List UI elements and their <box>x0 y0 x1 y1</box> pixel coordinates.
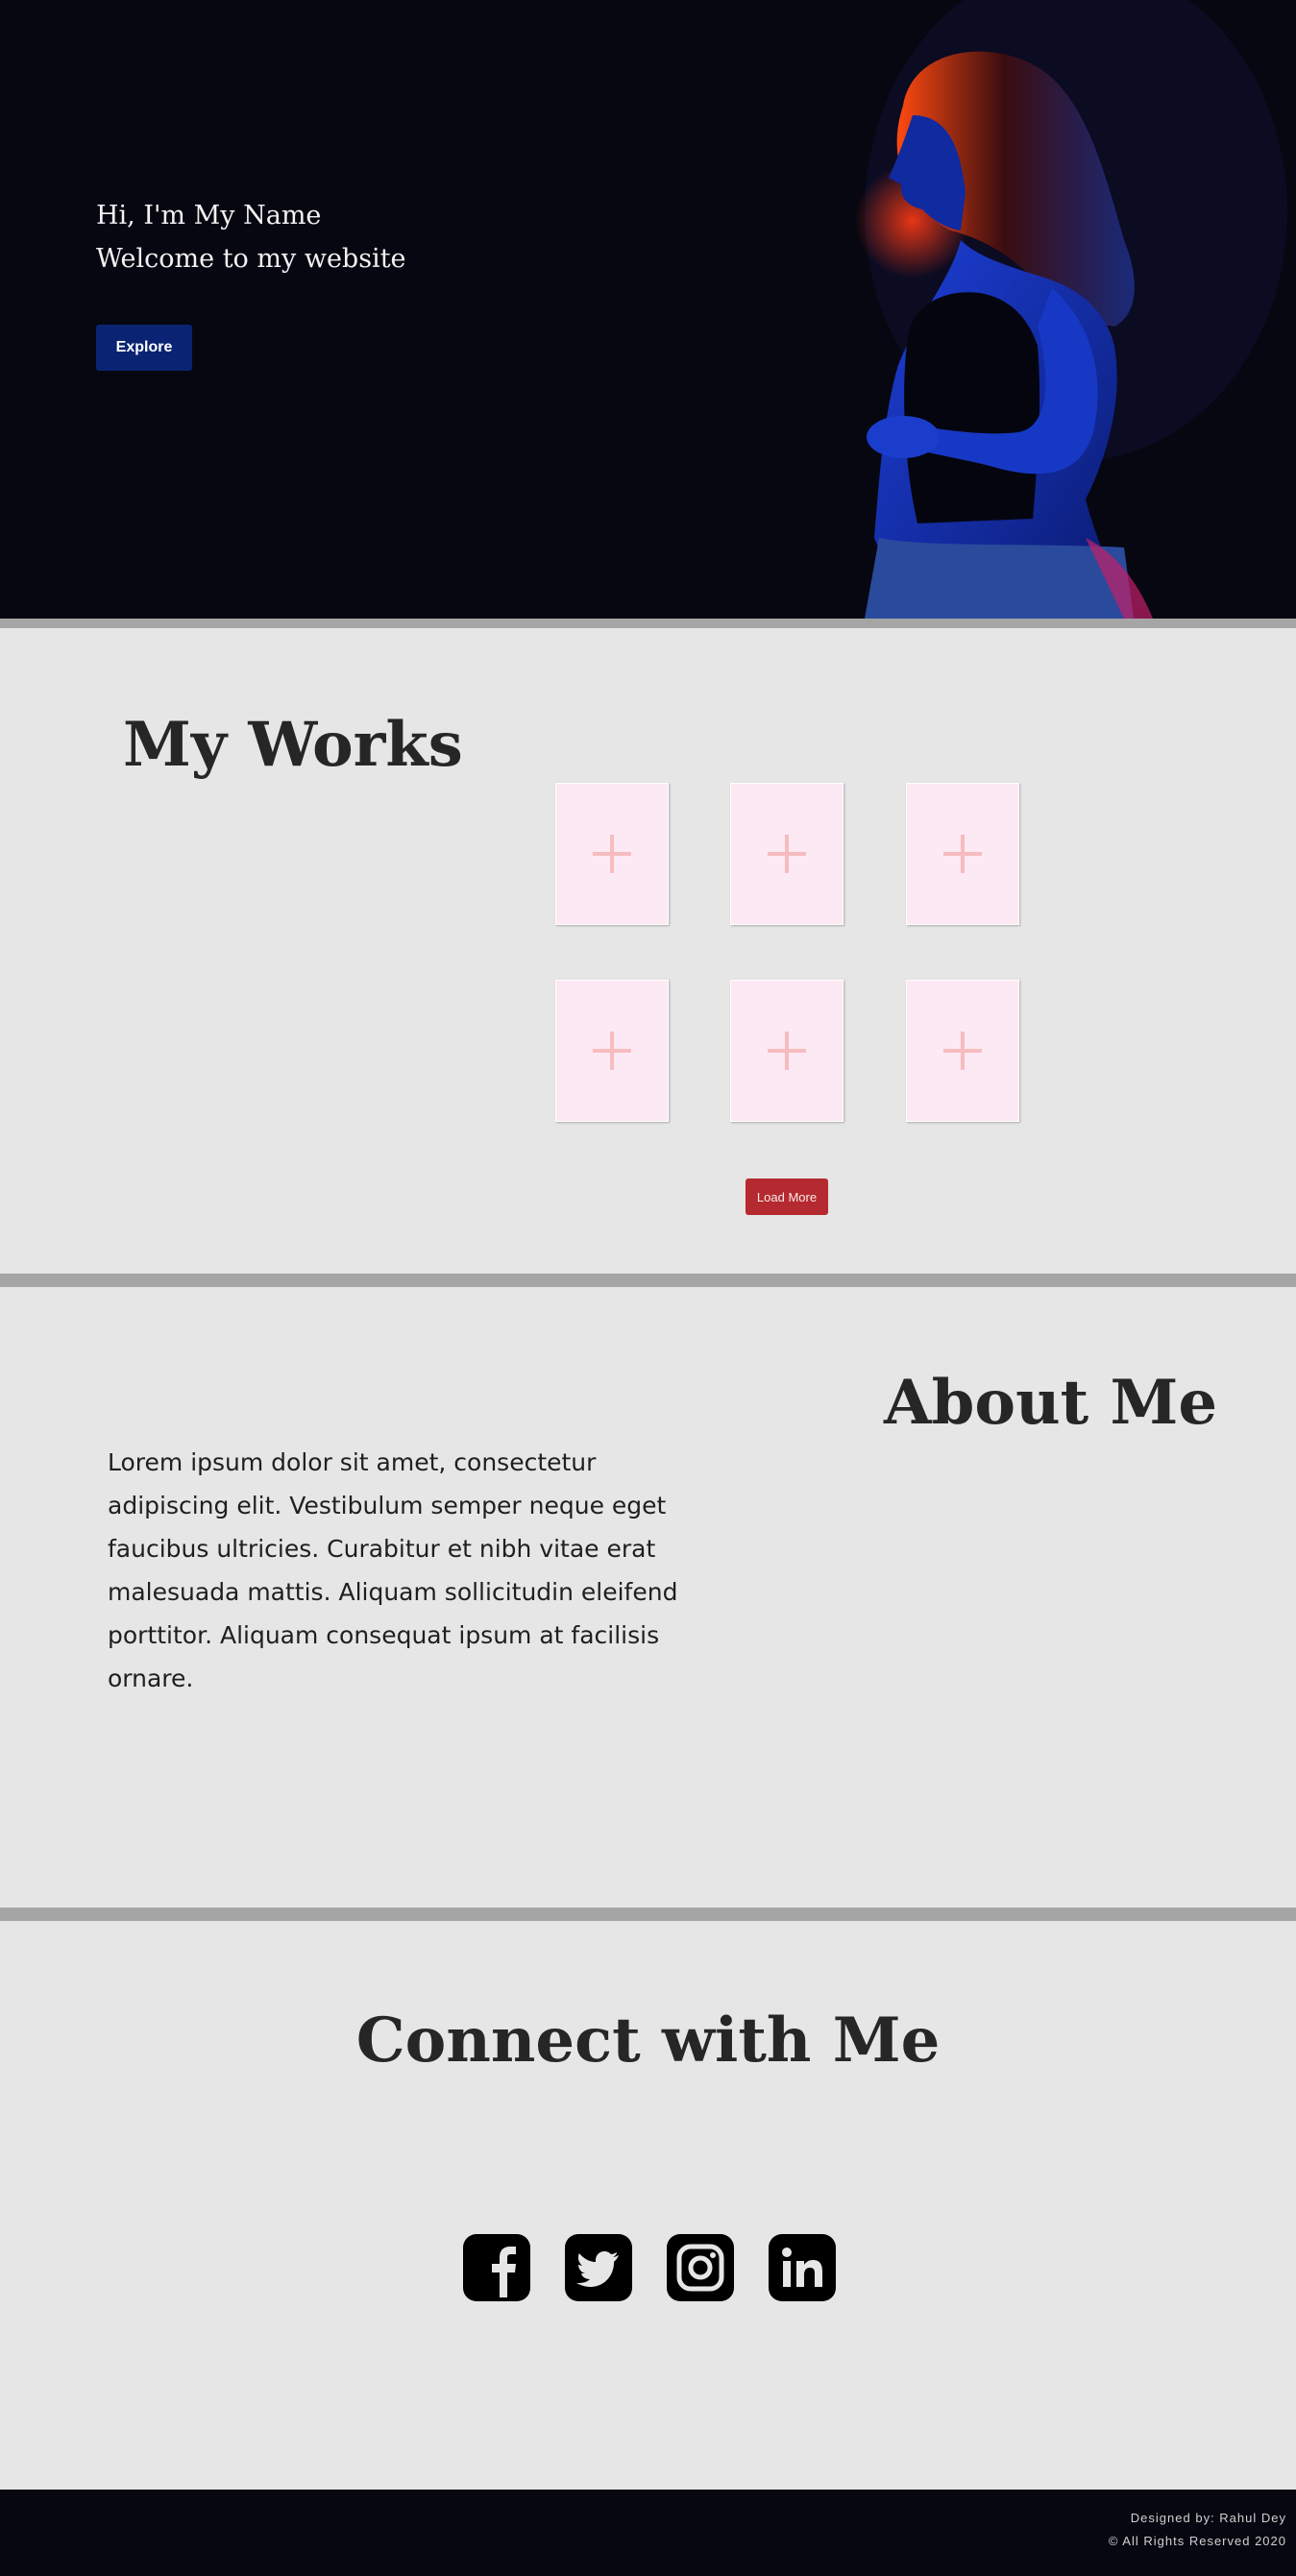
works-title: My Works <box>123 709 463 781</box>
explore-button[interactable]: Explore <box>96 325 192 371</box>
instagram-icon[interactable] <box>667 2234 734 2301</box>
load-more-button[interactable]: Load More <box>746 1179 828 1215</box>
hero-name-line: Hi, I'm My Name <box>96 201 322 231</box>
work-tile[interactable] <box>555 980 669 1122</box>
work-tile[interactable] <box>906 783 1019 925</box>
connect-title: Connect with Me <box>355 2005 941 2077</box>
work-tile[interactable] <box>555 783 669 925</box>
hero-portrait-image <box>672 0 1296 619</box>
work-tile[interactable] <box>730 980 844 1122</box>
work-tile[interactable] <box>906 980 1019 1122</box>
linkedin-icon[interactable] <box>769 2234 836 2301</box>
plus-icon <box>768 1032 806 1070</box>
hero-greeting: Hi, I'm My Name Welcome to my website <box>96 194 406 280</box>
work-tile[interactable] <box>730 783 844 925</box>
section-divider <box>0 1908 1296 1921</box>
section-divider <box>0 619 1296 628</box>
hero-section: Hi, I'm My Name Welcome to my website Ex… <box>0 0 1296 619</box>
plus-icon <box>593 1032 631 1070</box>
hero-welcome-line: Welcome to my website <box>96 244 406 274</box>
about-title: About Me <box>884 1367 1218 1439</box>
twitter-icon[interactable] <box>565 2234 632 2301</box>
footer: Designed by: Rahul Dey © All Rights Rese… <box>0 2490 1296 2576</box>
footer-copyright: © All Rights Reserved 2020 <box>1108 2534 1286 2548</box>
facebook-icon[interactable] <box>463 2234 530 2301</box>
footer-credit: Designed by: Rahul Dey <box>1130 2511 1286 2525</box>
plus-icon <box>943 835 982 873</box>
plus-icon <box>943 1032 982 1070</box>
section-divider <box>0 1274 1296 1287</box>
about-body-text: Lorem ipsum dolor sit amet, consectetur … <box>108 1448 678 1692</box>
plus-icon <box>768 835 806 873</box>
plus-icon <box>593 835 631 873</box>
